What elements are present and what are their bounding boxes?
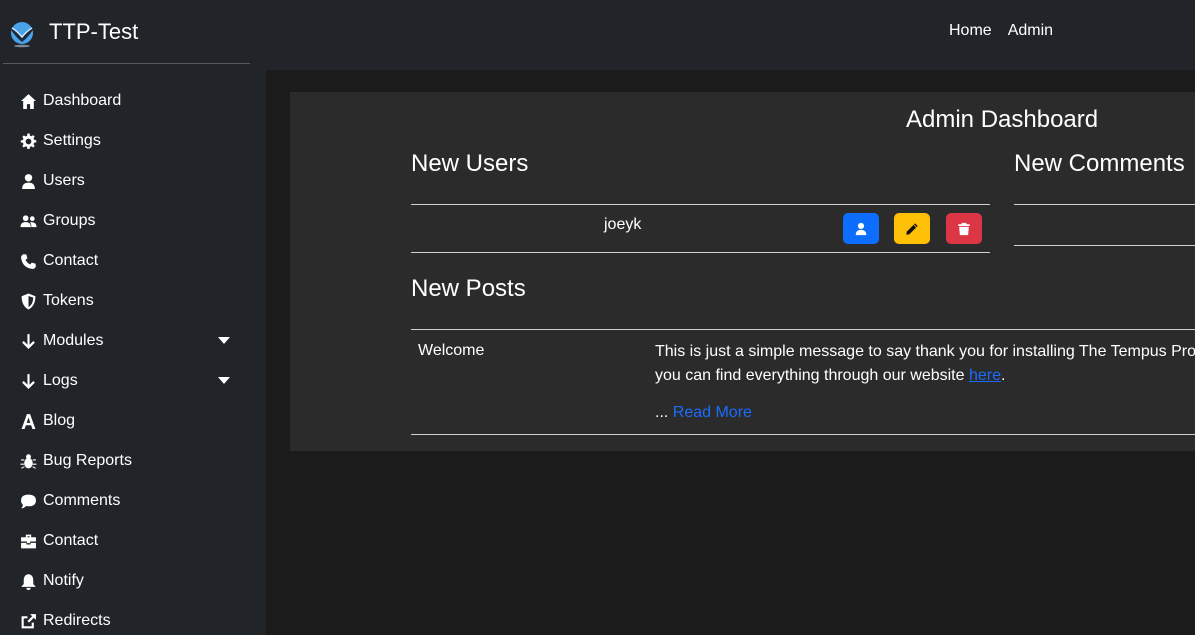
- post-read-more-row: ... Read More: [655, 404, 752, 422]
- users-table-top-border: [411, 204, 990, 205]
- brand[interactable]: TTP-Test: [6, 14, 138, 50]
- admin-dashboard-card: Admin Dashboard New Users New Comments j…: [290, 92, 1195, 451]
- comment-icon: [18, 492, 38, 510]
- sidebar-item-label: Groups: [43, 212, 96, 229]
- sidebar-item-logs[interactable]: Logs: [18, 369, 238, 393]
- sidebar-item-contact-2[interactable]: Contact: [18, 529, 238, 553]
- nav-admin-link[interactable]: Admin: [1008, 22, 1053, 40]
- sidebar-item-label: Tokens: [43, 292, 94, 309]
- sidebar-item-label: Modules: [43, 332, 104, 349]
- post-excerpt-line2: you can find everything through our webs…: [655, 367, 969, 384]
- nav-home-link[interactable]: Home: [949, 22, 992, 40]
- briefcase-icon: [18, 532, 38, 550]
- caret-down-icon[interactable]: [218, 377, 230, 384]
- new-posts-heading: New Posts: [411, 275, 526, 302]
- post-excerpt: This is just a simple message to say tha…: [655, 340, 1195, 388]
- new-users-heading: New Users: [411, 150, 529, 177]
- sidebar-item-label: Redirects: [43, 612, 111, 629]
- sidebar-item-users[interactable]: Users: [18, 169, 238, 193]
- sidebar-item-settings[interactable]: Settings: [18, 129, 238, 153]
- sidebar-item-label: Comments: [43, 492, 121, 509]
- sidebar-item-label: Bug Reports: [43, 452, 132, 469]
- top-navbar: TTP-Test Home Admin: [0, 0, 1195, 70]
- view-user-button[interactable]: [843, 213, 879, 244]
- gear-icon: [18, 132, 38, 150]
- sidebar-item-label: Contact: [43, 252, 99, 269]
- posts-table-top-border: [411, 329, 1195, 330]
- user-row-username: joeyk: [604, 216, 642, 233]
- sidebar-item-label: Settings: [43, 132, 101, 149]
- page-title: Admin Dashboard: [906, 106, 1099, 133]
- comments-table-top-border: [1014, 204, 1195, 205]
- caret-down-icon[interactable]: [218, 337, 230, 344]
- post-excerpt-line1: This is just a simple message to say tha…: [655, 343, 1195, 360]
- sidebar-item-tokens[interactable]: Tokens: [18, 289, 238, 313]
- home-icon: [18, 92, 38, 110]
- bug-icon: [18, 452, 38, 470]
- ellipsis: ...: [655, 404, 673, 421]
- comments-table-bottom-border: [1014, 245, 1195, 246]
- sidebar-item-label: Dashboard: [43, 92, 122, 109]
- sidebar-item-bug-reports[interactable]: Bug Reports: [18, 449, 238, 473]
- sidebar-item-comments[interactable]: Comments: [18, 489, 238, 513]
- sidebar-item-groups[interactable]: Groups: [18, 209, 238, 233]
- shield-icon: [18, 292, 38, 310]
- sidebar-item-notify[interactable]: Notify: [18, 569, 238, 593]
- arrow-down-icon: [18, 372, 38, 390]
- post-title[interactable]: Welcome: [418, 342, 484, 360]
- user-icon: [855, 222, 867, 235]
- sidebar-item-label: Contact: [43, 532, 99, 549]
- users-table-bottom-border: [411, 252, 990, 253]
- trash-icon: [958, 222, 970, 235]
- post-excerpt-period: .: [1001, 367, 1006, 384]
- website-link[interactable]: here: [969, 367, 1001, 384]
- brand-logo-icon: [9, 22, 35, 48]
- sidebar: Dashboard Settings Users Groups Contact …: [0, 70, 266, 635]
- sidebar-item-label: Blog: [43, 412, 76, 429]
- user-icon: [18, 172, 38, 190]
- external-link-icon: [18, 612, 38, 630]
- brand-name: TTP-Test: [49, 19, 139, 44]
- bell-icon: [18, 572, 38, 590]
- sidebar-item-blog[interactable]: Blog: [18, 409, 238, 433]
- sidebar-item-label: Notify: [43, 572, 84, 589]
- sidebar-item-dashboard[interactable]: Dashboard: [18, 89, 238, 113]
- posts-table-bottom-border: [411, 434, 1195, 435]
- delete-user-button[interactable]: [946, 213, 982, 244]
- font-icon: [18, 412, 38, 430]
- sidebar-item-modules[interactable]: Modules: [18, 329, 238, 353]
- new-comments-heading: New Comments: [1014, 150, 1185, 177]
- sidebar-item-label: Users: [43, 172, 85, 189]
- pencil-icon: [906, 222, 918, 235]
- users-icon: [18, 212, 38, 230]
- sidebar-item-redirects[interactable]: Redirects: [18, 609, 238, 633]
- top-nav: Home Admin: [949, 22, 1053, 40]
- read-more-link[interactable]: Read More: [673, 404, 752, 421]
- sidebar-item-label: Logs: [43, 372, 78, 389]
- brand-divider: [3, 63, 250, 64]
- phone-icon: [18, 252, 38, 270]
- arrow-down-icon: [18, 332, 38, 350]
- edit-user-button[interactable]: [894, 213, 930, 244]
- sidebar-item-contact[interactable]: Contact: [18, 249, 238, 273]
